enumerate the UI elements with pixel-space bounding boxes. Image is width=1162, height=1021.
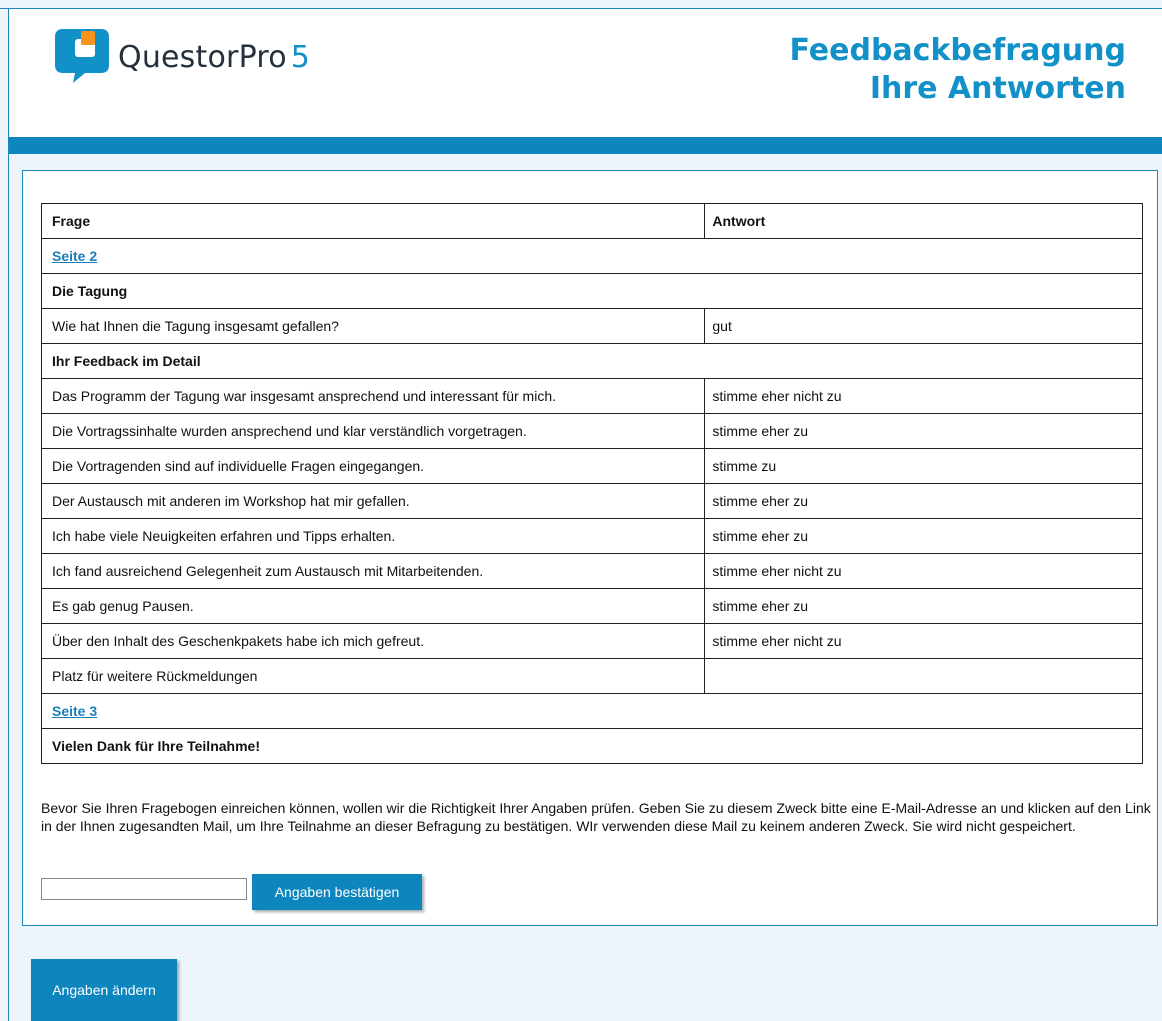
page-title-line1: Feedbackbefragung [789, 33, 1126, 68]
answers-table: Frage Antwort Seite 2 Die Tagung Wie hat I… [40, 203, 1143, 764]
question-cell: Das Programm der Tagung war insgesamt an… [40, 378, 706, 414]
question-cell: Ich fand ausreichend Gelegenheit zum Aus… [40, 553, 706, 589]
brand-name-text: QuestorPro [118, 40, 287, 75]
page-link[interactable]: Seite 2 [52, 248, 97, 264]
table-row: Platz für weitere Rückmeldungen [40, 658, 1143, 694]
page-title-line2: Ihre Antworten [869, 71, 1126, 106]
table-row: Ich habe viele Neuigkeiten erfahren und … [40, 518, 1143, 554]
question-cell: Die Vortragssinhalte wurden ansprechend … [40, 413, 706, 449]
page-link-cell: Seite 3 [41, 693, 1143, 729]
question-cell: Ich habe viele Neuigkeiten erfahren und … [40, 518, 706, 554]
table-row: Vielen Dank für Ihre Teilnahme! [41, 728, 1143, 764]
table-row: Seite 3 [41, 693, 1143, 729]
answer-cell [704, 658, 1143, 694]
verification-text: Bevor Sie Ihren Fragebogen einreichen kö… [41, 800, 1151, 834]
question-cell: Über den Inhalt des Geschenkpakets habe … [40, 623, 706, 659]
page-title: Feedbackbefragung Ihre Antworten [790, 32, 1126, 108]
section-heading: Vielen Dank für Ihre Teilnahme! [41, 728, 1143, 764]
answer-cell: stimme eher nicht zu [704, 378, 1143, 414]
question-cell: Die Vortragenden sind auf individuelle F… [40, 448, 706, 484]
question-cell: Es gab genug Pausen. [40, 588, 706, 624]
confirm-details-button[interactable]: Angaben bestätigen [252, 874, 422, 910]
answers-panel: Frage Antwort Seite 2 Die Tagung Wie hat I… [22, 170, 1158, 926]
column-header-question: Frage [40, 203, 706, 239]
question-cell: Wie hat Ihnen die Tagung insgesamt gefal… [40, 308, 706, 344]
questorpro-logo-icon [55, 29, 109, 83]
frame-left-line [8, 8, 9, 1021]
page-link[interactable]: Seite 3 [52, 703, 97, 719]
answer-cell: gut [704, 308, 1143, 344]
table-row: Über den Inhalt des Geschenkpakets habe … [40, 623, 1143, 659]
question-cell: Platz für weitere Rückmeldungen [40, 658, 706, 694]
table-row: Der Austausch mit anderen im Workshop ha… [40, 483, 1143, 519]
table-row: Seite 2 [41, 238, 1143, 274]
brand-name: QuestorPro 5 [118, 40, 310, 75]
table-row: Wie hat Ihnen die Tagung insgesamt gefal… [40, 308, 1143, 344]
table-row: Ihr Feedback im Detail [41, 343, 1143, 379]
table-row: Es gab genug Pausen. stimme eher zu [40, 588, 1143, 624]
brand-version: 5 [290, 40, 311, 75]
answer-cell: stimme eher zu [704, 518, 1143, 554]
table-header-row: Frage Antwort [40, 203, 1143, 239]
change-details-button[interactable]: Angaben ändern [31, 959, 177, 1021]
answer-cell: stimme eher zu [704, 483, 1143, 519]
answer-cell: stimme eher zu [704, 588, 1143, 624]
answer-cell: stimme zu [704, 448, 1143, 484]
question-cell: Der Austausch mit anderen im Workshop ha… [40, 483, 706, 519]
page-link-cell: Seite 2 [41, 238, 1143, 274]
email-field[interactable] [41, 878, 247, 900]
header-accent-bar [9, 137, 1162, 154]
table-row: Die Tagung [41, 273, 1143, 309]
column-header-answer: Antwort [704, 203, 1143, 239]
section-heading: Die Tagung [41, 273, 1143, 309]
answer-cell: stimme eher zu [704, 413, 1143, 449]
answer-cell: stimme eher nicht zu [704, 623, 1143, 659]
answer-cell: stimme eher nicht zu [704, 553, 1143, 589]
section-heading: Ihr Feedback im Detail [41, 343, 1143, 379]
table-row: Die Vortragenden sind auf individuelle F… [40, 448, 1143, 484]
table-row: Die Vortragssinhalte wurden ansprechend … [40, 413, 1143, 449]
table-row: Das Programm der Tagung war insgesamt an… [40, 378, 1143, 414]
table-row: Ich fand ausreichend Gelegenheit zum Aus… [40, 553, 1143, 589]
